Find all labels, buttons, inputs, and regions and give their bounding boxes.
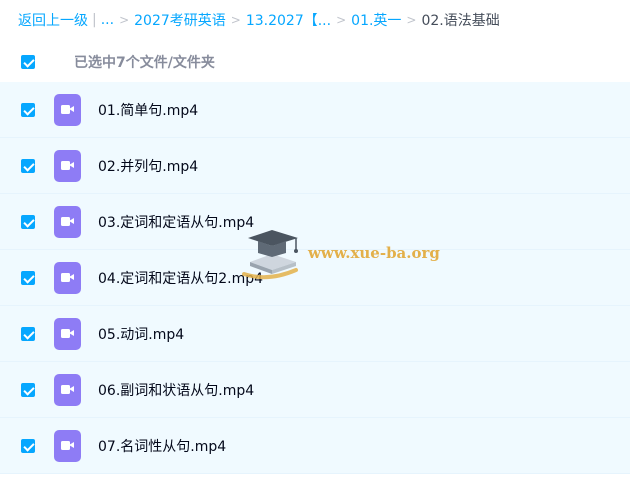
file-name[interactable]: 05.动词.mp4 xyxy=(98,324,184,344)
video-file-icon xyxy=(54,149,81,182)
video-file-icon xyxy=(54,205,81,238)
file-checkbox[interactable] xyxy=(21,102,35,117)
video-file-icon xyxy=(54,429,81,462)
file-row[interactable]: 04.定词和定语从句2.mp4 xyxy=(0,250,630,306)
breadcrumb-ellipsis[interactable]: ... xyxy=(101,12,114,28)
file-row[interactable]: 01.简单句.mp4 xyxy=(0,82,630,138)
breadcrumb-item-english-one[interactable]: 01.英一 xyxy=(351,10,401,30)
file-list: 01.简单句.mp4 02.并列句.mp4 03.定词和定语从句.mp4 04.… xyxy=(0,82,630,474)
file-row[interactable]: 07.名词性从句.mp4 xyxy=(0,418,630,474)
file-checkbox[interactable] xyxy=(21,326,35,341)
video-file-icon xyxy=(54,373,81,406)
breadcrumb: 返回上一级 | ... > 2027考研英语 > 13.2027【... > 0… xyxy=(18,9,500,31)
file-name[interactable]: 07.名词性从句.mp4 xyxy=(98,436,226,456)
breadcrumb-item-13-2027[interactable]: 13.2027【... xyxy=(246,10,331,30)
video-file-icon xyxy=(54,261,81,294)
breadcrumb-separator: > xyxy=(336,13,347,27)
file-checkbox[interactable] xyxy=(21,158,35,173)
file-name[interactable]: 06.副词和状语从句.mp4 xyxy=(98,380,254,400)
file-row[interactable]: 06.副词和状语从句.mp4 xyxy=(0,362,630,418)
breadcrumb-divider: | xyxy=(92,12,97,28)
video-file-icon xyxy=(54,317,81,350)
file-row[interactable]: 05.动词.mp4 xyxy=(0,306,630,362)
file-checkbox[interactable] xyxy=(21,382,35,397)
file-row[interactable]: 02.并列句.mp4 xyxy=(0,138,630,194)
video-file-icon xyxy=(54,93,81,126)
breadcrumb-current: 02.语法基础 xyxy=(421,13,500,29)
file-name[interactable]: 03.定词和定语从句.mp4 xyxy=(98,212,254,232)
file-checkbox[interactable] xyxy=(21,270,35,285)
breadcrumb-separator: > xyxy=(406,13,417,27)
selection-bar: 已选中7个文件/文件夹 xyxy=(0,46,630,78)
file-name[interactable]: 04.定词和定语从句2.mp4 xyxy=(98,268,263,288)
breadcrumb-item-english-2027[interactable]: 2027考研英语 xyxy=(134,10,226,30)
back-link[interactable]: 返回上一级 xyxy=(18,10,88,30)
selection-count: 已选中7个文件/文件夹 xyxy=(74,55,215,71)
breadcrumb-separator: > xyxy=(119,13,130,27)
file-row[interactable]: 03.定词和定语从句.mp4 xyxy=(0,194,630,250)
file-checkbox[interactable] xyxy=(21,438,35,453)
file-checkbox[interactable] xyxy=(21,214,35,229)
file-name[interactable]: 01.简单句.mp4 xyxy=(98,100,198,120)
file-name[interactable]: 02.并列句.mp4 xyxy=(98,156,198,176)
select-all-checkbox[interactable] xyxy=(21,55,35,69)
breadcrumb-separator: > xyxy=(230,13,241,27)
